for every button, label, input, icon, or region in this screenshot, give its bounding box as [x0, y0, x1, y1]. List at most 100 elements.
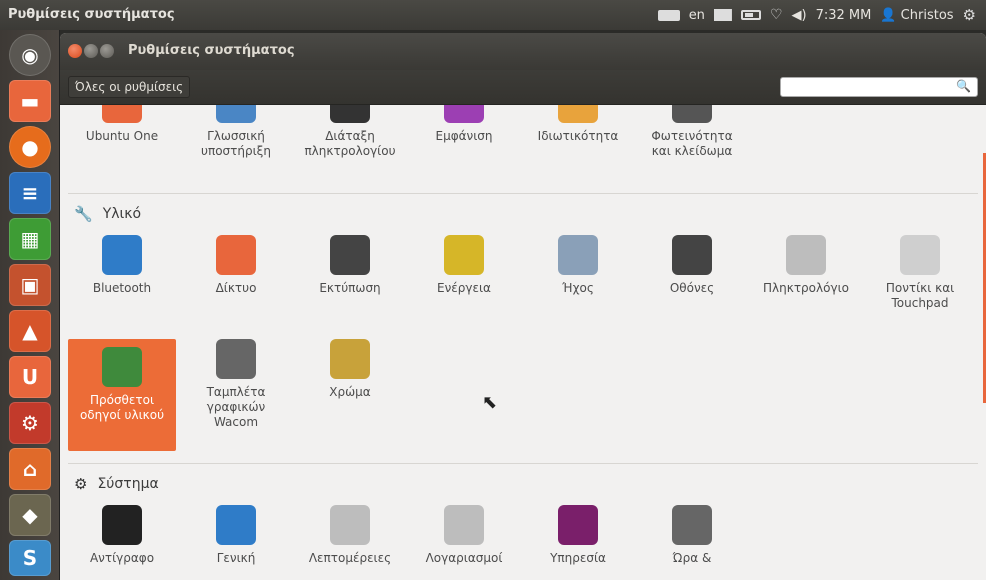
- settings-item-additional-drivers[interactable]: Πρόσθετοι οδηγοί υλικού: [68, 339, 176, 451]
- settings-item-label: Ιδιωτικότητα: [537, 129, 619, 143]
- dash-home-icon[interactable]: ◉: [9, 34, 51, 76]
- settings-item-label: Εμφάνιση: [435, 129, 493, 143]
- workspace-switcher-icon[interactable]: S: [9, 540, 51, 576]
- firefox-icon[interactable]: ●: [9, 126, 51, 168]
- settings-item-label: Οθόνες: [669, 281, 715, 295]
- settings-item-landscape-service[interactable]: Υπηρεσία: [524, 505, 632, 566]
- settings-item-universal-access[interactable]: Γενική: [182, 505, 290, 566]
- settings-item-details[interactable]: Λεπτομέρειες: [296, 505, 404, 566]
- minimize-window-button[interactable]: [84, 44, 98, 58]
- settings-item-wacom-tablet[interactable]: Ταμπλέτα γραφικών Wacom: [182, 339, 290, 430]
- writer-icon[interactable]: ≡: [9, 172, 51, 214]
- settings-item-label: Γενική: [216, 551, 256, 565]
- settings-item-backup[interactable]: Αντίγραφο: [68, 505, 176, 566]
- settings-item-time-date[interactable]: Ώρα &: [638, 505, 746, 566]
- settings-item-brightness-lock[interactable]: Φωτεινότητα και κλείδωμα: [638, 105, 746, 159]
- network-indicator-icon[interactable]: ♡: [770, 7, 783, 23]
- volume-icon[interactable]: ◀): [792, 8, 807, 23]
- system-section-icon: ⚙: [74, 475, 88, 493]
- window-title: Ρυθμίσεις συστήματος: [128, 43, 295, 58]
- mouse-pointer-icon: ⬉: [482, 392, 498, 413]
- settings-item-label: Λεπτομέρειες: [308, 551, 392, 565]
- home-folder-icon[interactable]: ⌂: [9, 448, 51, 490]
- settings-item-label: Ενέργεια: [437, 281, 491, 295]
- hardware-section-title: Υλικό: [102, 206, 142, 222]
- keyboard-icon: [786, 235, 826, 275]
- settings-item-label: Πληκτρολόγιο: [763, 281, 849, 295]
- settings-item-sound[interactable]: Ήχος: [524, 235, 632, 296]
- settings-item-displays[interactable]: Οθόνες: [638, 235, 746, 296]
- settings-item-label: Γλωσσική υποστήριξη: [201, 129, 271, 158]
- settings-item-bluetooth[interactable]: Bluetooth: [68, 235, 176, 296]
- settings-item-label: Υπηρεσία: [550, 551, 606, 565]
- battery-icon[interactable]: [740, 10, 761, 20]
- settings-item-appearance[interactable]: Εμφάνιση: [410, 105, 518, 144]
- keyboard-indicator-icon[interactable]: [657, 9, 680, 21]
- displays-icon: [672, 235, 712, 275]
- all-settings-button[interactable]: Όλες οι ρυθμίσεις: [68, 76, 191, 98]
- color-icon: [330, 339, 370, 379]
- settings-item-keyboard-layout[interactable]: Διάταξη πληκτρολογίου: [296, 105, 404, 159]
- sound-icon: [558, 235, 598, 275]
- clock[interactable]: 7:32 MM: [816, 8, 872, 23]
- system-settings-launcher-icon[interactable]: ⚙: [9, 402, 51, 444]
- system-section-header: ⚙ Σύστημα: [74, 475, 159, 493]
- indicator-area: en ♡ ◀) 7:32 MM 👤 Christos ⚙: [657, 6, 976, 24]
- settings-item-label: Δίκτυο: [215, 281, 257, 295]
- wrench-icon: 🔧: [74, 205, 93, 223]
- apps-launcher-icon[interactable]: ◆: [9, 494, 51, 536]
- top-panel: Ρυθμίσεις συστήματος en ♡ ◀) 7:32 MM 👤 C…: [0, 0, 986, 30]
- settings-item-label: Εκτύπωση: [319, 281, 381, 295]
- details-icon: [330, 505, 370, 545]
- user-name: Christos: [900, 7, 954, 23]
- launcher: ◉ ▬ ● ≡ ▦ ▣ ▲ U ⚙ ⌂ ◆ S: [0, 30, 60, 580]
- calc-icon[interactable]: ▦: [9, 218, 51, 260]
- settings-item-label: Χρώμα: [329, 385, 371, 399]
- universal-access-icon: [216, 505, 256, 545]
- user-indicator[interactable]: 👤 Christos: [880, 8, 953, 23]
- settings-item-color[interactable]: Χρώμα: [296, 339, 404, 400]
- settings-item-user-accounts[interactable]: Λογαριασμοί: [410, 505, 518, 566]
- search-input[interactable]: [781, 80, 951, 98]
- files-icon[interactable]: ▬: [9, 80, 51, 122]
- settings-item-label: Ταμπλέτα γραφικών Wacom: [206, 385, 266, 429]
- settings-item-label: Διάταξη πληκτρολογίου: [304, 129, 396, 158]
- ubuntu-one-launcher-icon[interactable]: U: [9, 356, 51, 398]
- hardware-section-header: 🔧 Υλικό: [74, 205, 141, 223]
- search-icon: 🔍: [956, 79, 971, 93]
- settings-item-mouse[interactable]: Ποντίκι και Touchpad: [866, 235, 974, 311]
- mouse-icon: [900, 235, 940, 275]
- search-box[interactable]: 🔍: [780, 77, 978, 98]
- system-settings-window: Ρυθμίσεις συστήματος Όλες οι ρυθμίσεις 🔍…: [60, 33, 986, 580]
- settings-item-keyboard[interactable]: Πληκτρολόγιο: [752, 235, 860, 296]
- landscape-service-icon: [558, 505, 598, 545]
- settings-item-label: Ώρα &: [672, 551, 712, 565]
- settings-item-label: Bluetooth: [92, 281, 152, 295]
- settings-item-privacy[interactable]: Ιδιωτικότητα: [524, 105, 632, 144]
- section-divider: [68, 193, 978, 194]
- language-indicator[interactable]: en: [689, 8, 705, 23]
- messaging-icon[interactable]: [713, 9, 732, 21]
- settings-item-printer[interactable]: Εκτύπωση: [296, 235, 404, 296]
- maximize-window-button[interactable]: [100, 44, 114, 58]
- settings-item-language-support[interactable]: Γλωσσική υποστήριξη: [182, 105, 290, 159]
- bluetooth-icon: [102, 235, 142, 275]
- session-gear-icon[interactable]: ⚙: [963, 6, 976, 24]
- settings-item-label: Αντίγραφο: [89, 551, 155, 565]
- backup-icon: [102, 505, 142, 545]
- system-section-title: Σύστημα: [97, 476, 159, 492]
- section-divider: [68, 463, 978, 464]
- settings-content: 🔧 Υλικό ⚙ Σύστημα ⬉ Ubuntu One Γλωσσική υ…: [60, 105, 986, 580]
- settings-item-label: Ήχος: [562, 281, 594, 295]
- settings-item-power[interactable]: Ενέργεια: [410, 235, 518, 296]
- settings-item-ubuntu-one[interactable]: Ubuntu One: [68, 105, 176, 144]
- settings-item-label: Ubuntu One: [85, 129, 159, 143]
- settings-item-label: Πρόσθετοι οδηγοί υλικού: [79, 393, 165, 422]
- software-center-icon[interactable]: ▲: [9, 310, 51, 352]
- keyboard-layout-icon: [330, 105, 370, 123]
- close-window-button[interactable]: [68, 44, 82, 58]
- settings-item-label: Φωτεινότητα και κλείδωμα: [651, 129, 733, 158]
- additional-drivers-icon: [102, 347, 142, 387]
- settings-item-network[interactable]: Δίκτυο: [182, 235, 290, 296]
- impress-icon[interactable]: ▣: [9, 264, 51, 306]
